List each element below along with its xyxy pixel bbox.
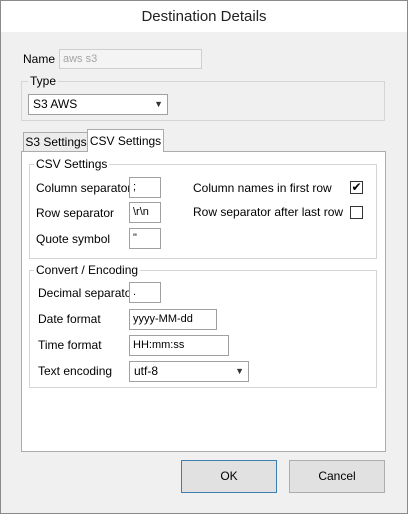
date-format-label: Date format [38, 312, 101, 326]
csv-settings-group-title: CSV Settings [34, 157, 110, 171]
row-separator-label: Row separator [36, 206, 115, 220]
row-separator-input[interactable]: \r\n [129, 202, 161, 223]
window-title: Destination Details [1, 1, 407, 32]
checkmark-icon: ✔ [351, 180, 362, 194]
type-select-value: S3 AWS [33, 97, 78, 111]
type-group-title: Type [28, 74, 59, 88]
convert-encoding-group-title: Convert / Encoding [34, 263, 141, 277]
type-select[interactable]: S3 AWS ▼ [28, 94, 168, 115]
decimal-separator-label: Decimal separator [38, 286, 136, 300]
time-format-label: Time format [38, 338, 102, 352]
date-format-input[interactable]: yyyy-MM-dd [129, 309, 217, 330]
text-encoding-select[interactable]: utf-8 ▼ [129, 361, 249, 382]
row-separator-after-last-row-label: Row separator after last row [193, 205, 344, 219]
chevron-down-icon: ▼ [154, 99, 163, 109]
quote-symbol-input[interactable]: " [129, 228, 161, 249]
tab-csv-settings[interactable]: CSV Settings [87, 129, 164, 152]
name-label: Name [23, 52, 56, 66]
quote-symbol-label: Quote symbol [36, 232, 111, 246]
text-encoding-label: Text encoding [38, 364, 113, 378]
text-encoding-value: utf-8 [134, 364, 159, 378]
destination-details-dialog: Destination Details Name aws s3 Type S3 … [0, 0, 408, 514]
cancel-button[interactable]: Cancel [289, 460, 385, 493]
column-separator-input[interactable]: ; [129, 177, 161, 198]
time-format-input[interactable]: HH:mm:ss [129, 335, 229, 356]
csv-settings-panel: CSV Settings Column separator ; Row sepa… [21, 151, 386, 452]
tab-s3-settings[interactable]: S3 Settings [23, 132, 89, 151]
chevron-down-icon: ▼ [235, 366, 244, 376]
name-field[interactable]: aws s3 [59, 49, 202, 69]
ok-button[interactable]: OK [181, 460, 277, 493]
column-names-first-row-label: Column names in first row [193, 181, 332, 195]
row-separator-after-last-row-checkbox[interactable] [350, 206, 363, 219]
decimal-separator-input[interactable]: . [129, 282, 161, 303]
column-names-first-row-checkbox[interactable]: ✔ [350, 181, 363, 194]
column-separator-label: Column separator [36, 181, 132, 195]
